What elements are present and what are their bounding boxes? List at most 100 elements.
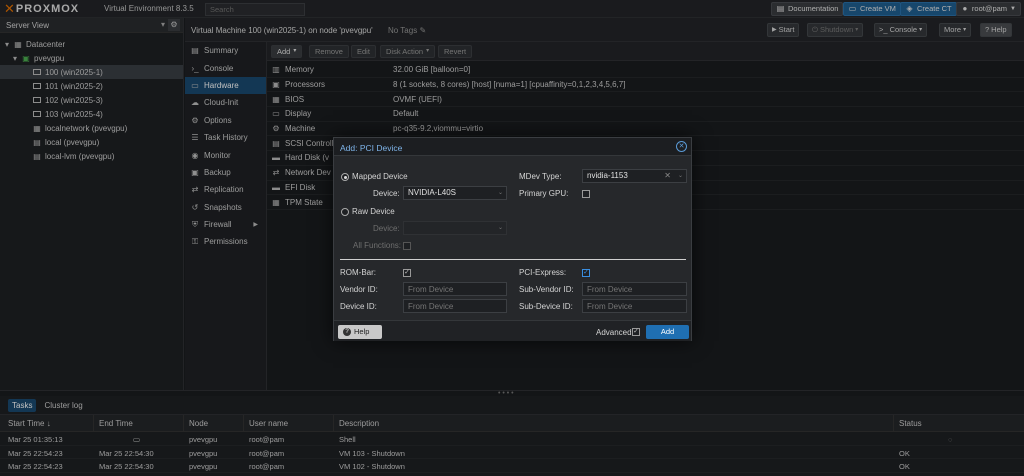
dialog-help-button[interactable]: ? Help <box>338 325 382 339</box>
all-functions-checkbox[interactable] <box>403 242 411 250</box>
nav-console[interactable]: ›_ Console <box>185 59 266 76</box>
nav-snapshots[interactable]: ↺ Snapshots <box>185 199 266 216</box>
help-button[interactable]: ? Help <box>980 23 1012 37</box>
tree-item-network[interactable]: ▦ localnetwork (pvevgpu) <box>0 121 183 135</box>
dialog-header: Add: PCI Device ✕ <box>334 138 691 156</box>
gear-icon[interactable]: ⚙ <box>168 19 180 31</box>
hardware-row-memory[interactable]: ▥ Memory 32.00 GiB [balloon=0] <box>267 63 1024 78</box>
hardware-row-processors[interactable]: ▣ Processors 8 (1 sockets, 8 cores) [host]… <box>267 78 1024 93</box>
sub-vendor-id-input[interactable] <box>582 282 687 296</box>
nav-replication[interactable]: ⇄ Replication <box>185 181 266 198</box>
more-button[interactable]: More ▾ <box>939 23 972 37</box>
nav-monitor[interactable]: ◉ Monitor <box>185 146 266 163</box>
tree-item-datacenter[interactable]: ▾ ▦ Datacenter <box>0 37 183 51</box>
hardware-value: Default <box>393 109 419 119</box>
add-hardware-button[interactable]: Add ▾ <box>271 45 303 58</box>
nav-label: Summary <box>204 46 239 56</box>
nav-hardware[interactable]: ▭ Hardware <box>185 76 266 95</box>
nav-task-history[interactable]: ☰ Task History <box>185 129 266 146</box>
tree-item-vm-102[interactable]: 102 (win2025-3) <box>0 93 183 107</box>
nav-cloud-init[interactable]: ☁ Cloud-Init <box>185 94 266 111</box>
raw-device-select[interactable]: ⌄ <box>403 221 507 235</box>
storage-icon: ▤ <box>33 137 41 147</box>
nav-label: Permissions <box>204 237 248 247</box>
dialog-help-label: Help <box>354 327 370 336</box>
pci-express-checkbox[interactable]: ✓ <box>582 269 590 277</box>
create-vm-label: Create VM <box>860 4 896 13</box>
nav-backup[interactable]: ▣ Backup <box>185 164 266 181</box>
remove-button[interactable]: Remove <box>309 45 349 58</box>
mapped-device-select[interactable]: NVIDIA-L40S ⌄ <box>403 186 507 200</box>
view-selector[interactable]: Server View ▾ ⚙ <box>0 18 183 33</box>
col-status[interactable]: Status <box>899 419 922 428</box>
advanced-checkbox[interactable]: ✓ <box>632 328 640 336</box>
table-row[interactable]: Mar 25 22:54:23 Mar 25 22:54:30 pvevgpu … <box>0 459 1024 474</box>
table-row[interactable]: Mar 25 01:35:13 ▭ pvevgpu root@pam Shell… <box>0 432 1024 446</box>
tree-item-node[interactable]: ▾ ▣ pvevgpu <box>0 51 183 65</box>
documentation-button[interactable]: ▤ Documentation <box>771 2 844 16</box>
rom-bar-label: ROM-Bar: <box>340 268 376 277</box>
rom-bar-checkbox[interactable]: ✓ <box>403 269 411 277</box>
monitor-icon: ▭ <box>848 4 857 13</box>
vendor-id-input[interactable] <box>403 282 507 296</box>
col-start-time[interactable]: Start Time ↓ <box>8 419 51 428</box>
help-icon: ? <box>985 25 990 34</box>
edit-button[interactable]: Edit <box>351 45 376 58</box>
search-input[interactable] <box>205 3 305 16</box>
create-ct-button[interactable]: ◈ Create CT <box>900 2 957 16</box>
clear-icon[interactable]: ✕ <box>664 170 671 182</box>
col-description[interactable]: Description <box>339 419 379 428</box>
cell-start: Mar 25 01:35:13 <box>8 435 63 444</box>
chevron-down-icon: ▾ <box>426 48 430 54</box>
primary-gpu-label: Primary GPU: <box>519 189 569 198</box>
tree-item-vm-100[interactable]: 100 (win2025-1) <box>0 65 183 79</box>
tab-cluster-log[interactable]: Cluster log <box>40 399 86 412</box>
page-title: Virtual Machine 100 (win2025-1) on node … <box>191 26 373 35</box>
hardware-row-bios[interactable]: ▦ BIOS OVMF (UEFI) <box>267 92 1024 108</box>
node-icon: ▣ <box>22 53 30 63</box>
advanced-divider <box>340 259 686 260</box>
column-label: Start Time <box>8 419 45 428</box>
hardware-row-display[interactable]: ▭ Display Default <box>267 107 1024 122</box>
tree-item-vm-103[interactable]: 103 (win2025-4) <box>0 107 183 121</box>
tab-tasks[interactable]: Tasks <box>8 398 37 412</box>
close-icon[interactable]: ✕ <box>676 141 687 152</box>
mdev-type-select[interactable]: nvidia-1153 ✕ ⌄ <box>582 169 687 183</box>
cell-description: VM 103 - Shutdown <box>339 448 405 458</box>
spinner-icon: ◌ <box>948 435 953 444</box>
revert-button[interactable]: Revert <box>438 45 473 58</box>
start-button[interactable]: ▶ Start <box>767 23 800 37</box>
create-vm-button[interactable]: ▭ Create VM <box>843 2 901 16</box>
nav-firewall[interactable]: ⛨ Firewall ▶ <box>185 216 266 233</box>
shutdown-button[interactable]: ⏻ Shutdown ▾ <box>807 23 864 37</box>
tree-item-storage-local-lvm[interactable]: ▤ local-lvm (pvevgpu) <box>0 149 183 163</box>
tree-item-vm-101[interactable]: 101 (win2025-2) <box>0 79 183 93</box>
tags-editor[interactable]: No Tags ✎ <box>388 26 426 35</box>
chevron-down-icon: ▾ <box>293 48 297 54</box>
cell-description: Shell <box>339 435 356 444</box>
hardware-toolbar: Add ▾ Remove Edit Disk Action ▾ Revert <box>267 42 1024 61</box>
nav-permissions[interactable]: ⚿ Permissions <box>185 233 266 250</box>
cogs-icon: ⚙ <box>272 124 280 134</box>
hardware-row-machine[interactable]: ⚙ Machine pc-q35-9.2,viommu=virtio <box>267 122 1024 137</box>
console-button[interactable]: >_ Console ▾ <box>874 23 928 37</box>
col-end-time[interactable]: End Time <box>99 419 133 428</box>
mapped-device-radio[interactable] <box>341 173 349 181</box>
sub-device-id-input[interactable] <box>582 299 687 313</box>
device-id-input[interactable] <box>403 299 507 313</box>
tree-item-storage-local[interactable]: ▤ local (pvevgpu) <box>0 135 183 149</box>
server-icon: ▦ <box>14 39 22 49</box>
col-node[interactable]: Node <box>189 419 208 428</box>
nav-options[interactable]: ⚙ Options <box>185 112 266 129</box>
nav-summary[interactable]: ▤ Summary <box>185 42 266 59</box>
tags-label: No Tags <box>388 26 418 35</box>
disk-action-button[interactable]: Disk Action ▾ <box>380 45 436 58</box>
question-icon: ? <box>343 328 351 336</box>
raw-device-radio[interactable] <box>341 208 349 216</box>
table-row[interactable]: Mar 25 22:54:23 Mar 25 22:54:30 pvevgpu … <box>0 446 1024 460</box>
col-user[interactable]: User name <box>249 419 288 428</box>
primary-gpu-checkbox[interactable] <box>582 190 590 198</box>
user-menu-button[interactable]: ● root@pam ▼ <box>956 2 1021 16</box>
add-button[interactable]: Add <box>646 325 689 339</box>
hardware-value: 32.00 GiB [balloon=0] <box>393 65 471 75</box>
